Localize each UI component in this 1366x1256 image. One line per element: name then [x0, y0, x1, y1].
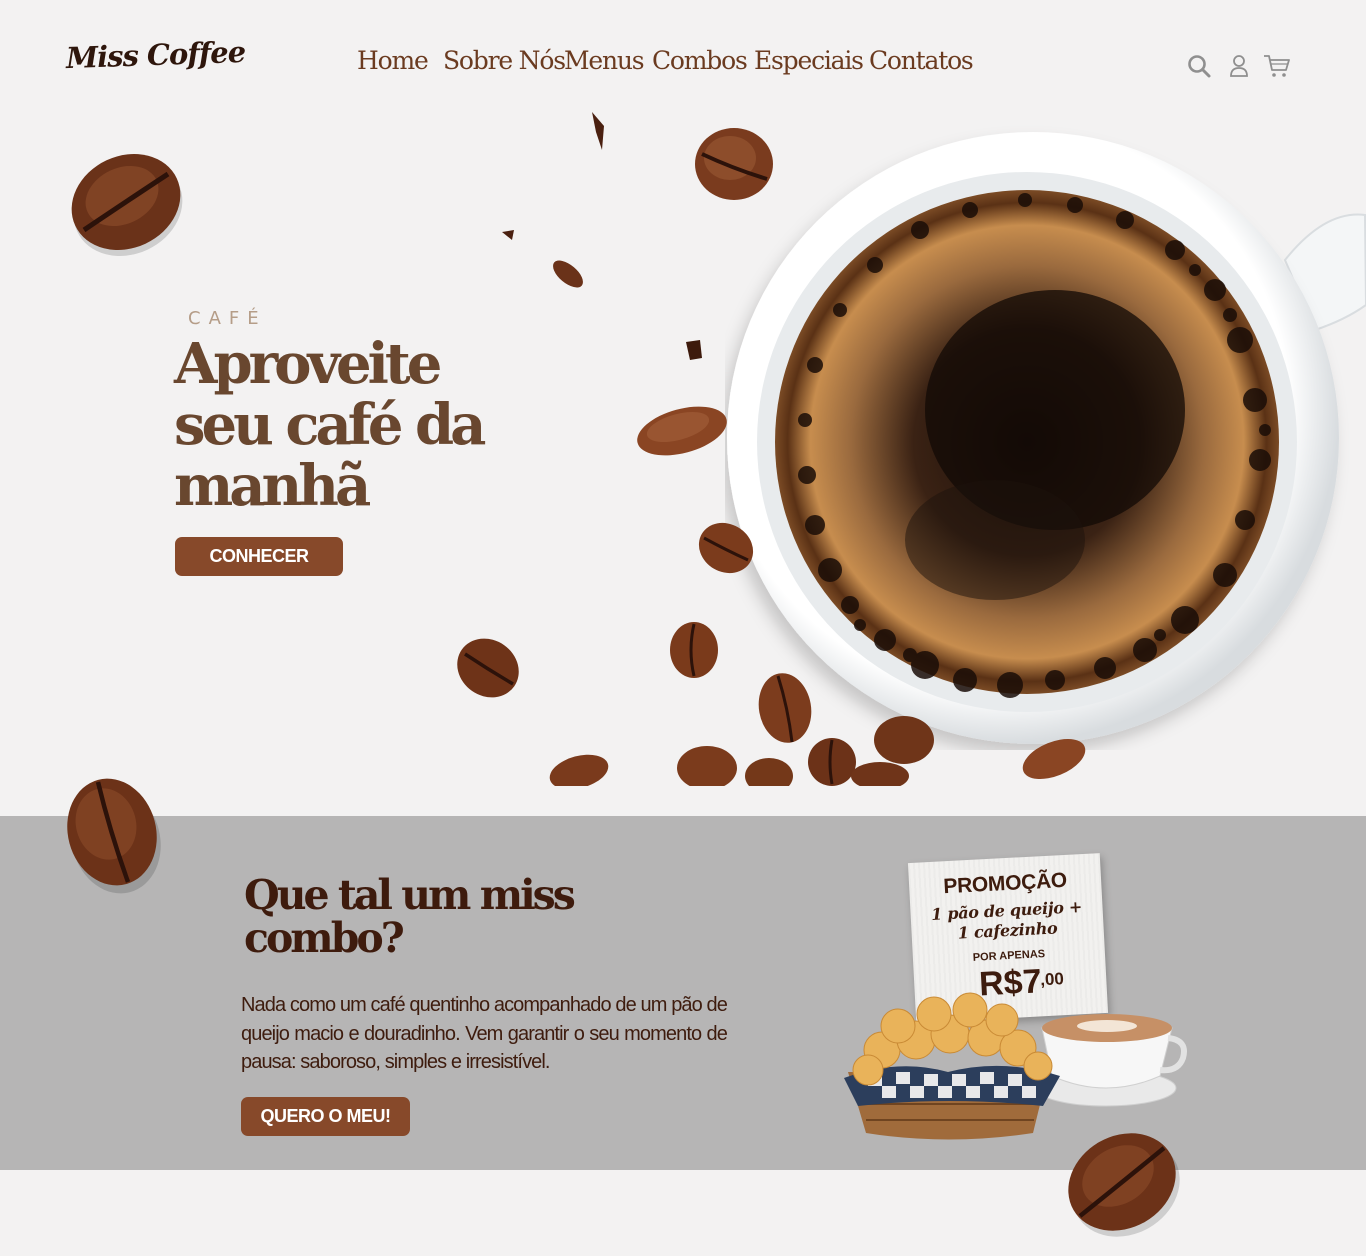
coffee-bean-image: [67, 778, 161, 894]
combo-description: Nada como um café quentinho acompanhado …: [241, 994, 728, 1073]
cart-icon[interactable]: [1263, 53, 1291, 83]
coffee-bean-image: [677, 746, 737, 786]
coffee-bean-image: [698, 522, 754, 574]
coffee-cup-image: [727, 132, 1366, 744]
coffee-bean-image: [637, 406, 727, 456]
coffee-bean-image: [1068, 1133, 1180, 1237]
coffee-bean-image: [745, 758, 793, 786]
coffee-bean-image: [553, 260, 583, 288]
coffee-bean-image: [1022, 738, 1086, 780]
coffee-bean-image: [457, 638, 519, 698]
brand-logo[interactable]: Miss Coffee: [65, 35, 245, 75]
hero-title: Aproveite seu café da manhã: [174, 331, 486, 519]
nav-home[interactable]: Home: [357, 46, 429, 75]
nav-contatos[interactable]: Contatos: [869, 46, 974, 75]
conhecer-button[interactable]: CONHECER: [175, 537, 343, 576]
quero-o-meu-button[interactable]: QUERO O MEU!: [241, 1097, 410, 1136]
nav-combos[interactable]: Combos: [652, 46, 748, 75]
nav-sobre-nos[interactable]: Sobre Nós: [443, 46, 566, 75]
cheese-bread-basket-image: [844, 992, 1187, 1140]
coffee-bean-image: [71, 154, 183, 256]
header-actions: [1186, 53, 1292, 81]
search-icon[interactable]: [1186, 53, 1212, 83]
nav-especiais[interactable]: Especiais: [754, 46, 864, 75]
coffee-bean-image: [686, 340, 702, 360]
coffee-bean-image: [592, 112, 604, 150]
promo-title: PROMOÇÃO: [942, 868, 1068, 899]
coffee-bean-image: [670, 622, 718, 678]
combo-title: Que tal um miss combo?: [244, 871, 576, 962]
coffee-bean-image: [851, 762, 909, 786]
user-icon[interactable]: [1228, 53, 1250, 83]
coffee-bean-image: [695, 128, 773, 200]
nav-menus[interactable]: Menus: [564, 46, 645, 75]
coffee-bean-image: [502, 230, 514, 240]
hero-eyebrow: CAFÉ: [188, 308, 267, 329]
coffee-bean-image: [549, 754, 609, 786]
